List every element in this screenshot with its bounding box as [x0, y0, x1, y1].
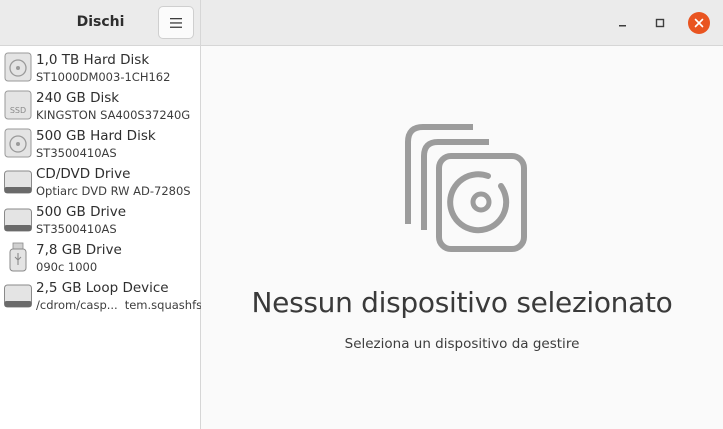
maximize-icon [655, 18, 665, 28]
optical-drive-icon [4, 170, 32, 194]
drive-name: 500 GB Drive [36, 204, 127, 220]
hamburger-icon [170, 17, 182, 28]
drive-model: ST1000DM003-1CH162 [36, 70, 171, 84]
drive-name: 2,5 GB Loop Device [36, 280, 169, 296]
drive-item[interactable]: 500 GB Hard Disk ST3500410AS [0, 125, 200, 163]
drive-model-end: tem.squashfs [124, 298, 203, 312]
empty-state-subtitle: Seleziona un dispositivo da gestire [344, 336, 580, 352]
drive-icon [4, 208, 32, 232]
disks-app-icon [405, 124, 527, 252]
minimize-icon [619, 25, 626, 27]
drive-item[interactable]: 2,5 GB Loop Device /cdrom/casp... tem.squ… [0, 277, 202, 315]
ssd-icon-label: SSD [10, 106, 26, 115]
drive-model: ST3500410AS [36, 222, 117, 236]
drive-name: CD/DVD Drive [36, 166, 131, 182]
main-panel: Nessun dispositivo selezionato Seleziona… [201, 46, 723, 429]
drive-model: Optiarc DVD RW AD-7280S [36, 184, 191, 198]
menu-button[interactable] [158, 6, 194, 39]
drive-name: 500 GB Hard Disk [36, 128, 156, 144]
close-icon [694, 18, 704, 28]
disks-window: Dischi 1,0 TB Hard Disk ST1000DM003-1CH1… [0, 0, 723, 429]
drive-model-start: /cdrom/casp... [36, 298, 118, 312]
drive-item[interactable]: 500 GB Drive ST3500410AS [0, 201, 200, 239]
ssd-icon: SSD [4, 90, 32, 120]
sidebar-header: Dischi [0, 0, 201, 46]
main-header [201, 0, 723, 46]
drive-item[interactable]: SSD 240 GB Disk KINGSTON SA400S37240G [0, 87, 200, 125]
drive-name: 7,8 GB Drive [36, 242, 122, 258]
drive-sidebar: 1,0 TB Hard Disk ST1000DM003-1CH162 SSD … [0, 46, 202, 429]
drive-name: 240 GB Disk [36, 90, 120, 106]
drive-item[interactable]: 1,0 TB Hard Disk ST1000DM003-1CH162 [0, 49, 200, 87]
drive-item[interactable]: 7,8 GB Drive 090c 1000 [0, 239, 200, 277]
hard-disk-icon [4, 128, 32, 158]
drive-model: ST3500410AS [36, 146, 117, 160]
drive-model: KINGSTON SA400S37240G [36, 108, 191, 122]
minimize-button[interactable] [612, 12, 634, 34]
usb-drive-icon [9, 242, 27, 272]
loop-device-icon [4, 284, 32, 308]
drive-name: 1,0 TB Hard Disk [36, 52, 150, 68]
drive-model: /cdrom/casp... tem.squashfs [36, 298, 202, 312]
drive-model: 090c 1000 [36, 260, 98, 274]
empty-state-title: Nessun dispositivo selezionato [251, 286, 673, 319]
close-button[interactable] [688, 12, 710, 34]
drive-item[interactable]: CD/DVD Drive Optiarc DVD RW AD-7280S [0, 163, 200, 201]
hard-disk-icon [4, 52, 32, 82]
maximize-button[interactable] [649, 12, 671, 34]
